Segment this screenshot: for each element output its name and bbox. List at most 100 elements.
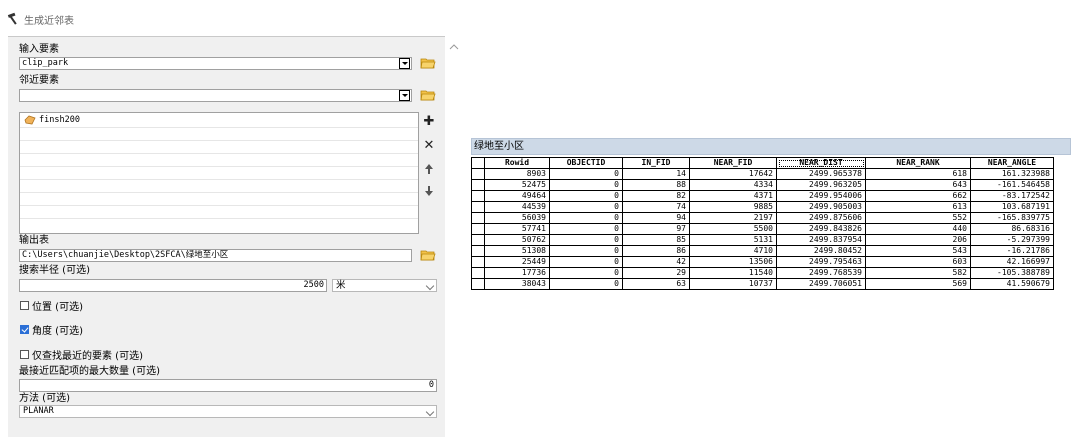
table-cell[interactable]: 0 — [549, 201, 623, 213]
table-cell[interactable]: 38043 — [484, 278, 550, 290]
table-cell[interactable]: 42 — [622, 256, 690, 268]
chevron-down-icon[interactable] — [399, 90, 410, 101]
table-cell[interactable]: 50762 — [484, 234, 550, 246]
folder-open-icon[interactable] — [420, 88, 436, 102]
table-cell[interactable]: 2499.954006 — [776, 190, 866, 202]
column-header[interactable]: Rowid — [484, 157, 550, 169]
table-row[interactable]: 44539 0 74 9885 2499.905003 613 103.687191 — [471, 201, 1054, 213]
table-cell[interactable]: 41.590679 — [970, 278, 1054, 290]
table-cell[interactable]: 49464 — [484, 190, 550, 202]
checkbox[interactable] — [20, 350, 29, 359]
table-cell[interactable]: 82 — [622, 190, 690, 202]
table-row[interactable]: 52475 0 88 4334 2499.963205 643 -161.546458 — [471, 179, 1054, 191]
table-row[interactable]: 56039 0 94 2197 2499.875606 552 -165.839775 — [471, 212, 1054, 224]
table-cell[interactable]: 11540 — [689, 267, 777, 279]
table-cell[interactable]: 17736 — [484, 267, 550, 279]
output-table-input[interactable]: C:\Users\chuanjie\Desktop\2SFCA\绿地至小区 — [19, 249, 412, 262]
column-header[interactable]: NEAR_RANK — [865, 157, 971, 169]
table-cell[interactable]: 0 — [549, 179, 623, 191]
table-cell[interactable]: 618 — [865, 168, 971, 180]
table-cell[interactable]: 29 — [622, 267, 690, 279]
form-scrollbar[interactable] — [447, 36, 461, 436]
attribute-table[interactable]: Rowid OBJECTID IN_FID NEAR_FID NEAR_DIST… — [471, 157, 1054, 290]
table-cell[interactable]: 0 — [549, 278, 623, 290]
table-cell[interactable]: 10737 — [689, 278, 777, 290]
table-cell[interactable]: 2499.795463 — [776, 256, 866, 268]
table-cell[interactable]: 161.323988 — [970, 168, 1054, 180]
table-cell[interactable]: -5.297399 — [970, 234, 1054, 246]
table-cell[interactable]: 569 — [865, 278, 971, 290]
table-cell[interactable]: 0 — [549, 223, 623, 235]
table-cell[interactable]: 2499.706051 — [776, 278, 866, 290]
table-cell[interactable]: -16.21786 — [970, 245, 1054, 257]
table-cell[interactable]: 2499.875606 — [776, 212, 866, 224]
chevron-up-icon[interactable] — [449, 42, 459, 52]
table-row[interactable]: 57741 0 97 5500 2499.843826 440 86.68316 — [471, 223, 1054, 235]
table-cell[interactable]: 2499.963205 — [776, 179, 866, 191]
table-cell[interactable]: 57741 — [484, 223, 550, 235]
row-selector[interactable] — [471, 278, 485, 290]
row-selector[interactable] — [471, 234, 485, 246]
closest-only-checkbox[interactable]: 仅查找最近的要素 (可选) — [20, 347, 143, 362]
folder-open-icon[interactable] — [420, 248, 436, 262]
table-cell[interactable]: 4710 — [689, 245, 777, 257]
remove-icon[interactable]: ✕ — [421, 137, 437, 153]
table-cell[interactable]: 0 — [549, 212, 623, 224]
row-selector[interactable] — [471, 190, 485, 202]
checkbox[interactable] — [20, 301, 29, 310]
table-cell[interactable]: 17642 — [689, 168, 777, 180]
table-cell[interactable]: 582 — [865, 267, 971, 279]
search-radius-unit-select[interactable]: 米 — [332, 279, 437, 292]
folder-open-icon[interactable] — [420, 56, 436, 70]
angle-checkbox[interactable]: 角度 (可选) — [20, 322, 83, 337]
table-cell[interactable]: 63 — [622, 278, 690, 290]
table-cell[interactable]: 13506 — [689, 256, 777, 268]
table-cell[interactable]: 88 — [622, 179, 690, 191]
table-cell[interactable]: 0 — [549, 245, 623, 257]
row-selector[interactable] — [471, 267, 485, 279]
near-features-dropdown[interactable] — [19, 89, 412, 102]
table-row[interactable]: 8903 0 14 17642 2499.965378 618 161.323988 — [471, 168, 1054, 180]
table-cell[interactable]: 4334 — [689, 179, 777, 191]
table-cell[interactable]: 2499.843826 — [776, 223, 866, 235]
chevron-down-icon[interactable] — [399, 58, 410, 69]
arrow-down-icon[interactable] — [421, 183, 437, 199]
search-radius-input[interactable]: 2500 — [19, 279, 327, 292]
table-row[interactable]: 49464 0 82 4371 2499.954006 662 -83.172542 — [471, 190, 1054, 202]
table-cell[interactable]: 552 — [865, 212, 971, 224]
max-matches-input[interactable]: 0 — [19, 379, 437, 392]
table-cell[interactable]: 25449 — [484, 256, 550, 268]
list-item[interactable]: finsh200 — [24, 115, 80, 125]
row-selector[interactable] — [471, 245, 485, 257]
table-row[interactable]: 17736 0 29 11540 2499.768539 582 -105.388789 — [471, 267, 1054, 279]
table-cell[interactable]: 8903 — [484, 168, 550, 180]
table-cell[interactable]: 44539 — [484, 201, 550, 213]
checkbox[interactable] — [20, 325, 29, 334]
table-cell[interactable]: -105.388789 — [970, 267, 1054, 279]
table-cell[interactable]: 4371 — [689, 190, 777, 202]
near-features-list[interactable]: finsh200 — [19, 112, 419, 234]
table-cell[interactable]: 0 — [549, 267, 623, 279]
table-cell[interactable]: 85 — [622, 234, 690, 246]
column-header[interactable]: OBJECTID — [549, 157, 623, 169]
table-cell[interactable]: 56039 — [484, 212, 550, 224]
location-checkbox[interactable]: 位置 (可选) — [20, 298, 83, 313]
table-row[interactable]: 38043 0 63 10737 2499.706051 569 41.590679 — [471, 278, 1054, 290]
row-selector[interactable] — [471, 256, 485, 268]
table-cell[interactable]: -165.839775 — [970, 212, 1054, 224]
table-cell[interactable]: 2499.965378 — [776, 168, 866, 180]
table-cell[interactable]: -161.546458 — [970, 179, 1054, 191]
table-cell[interactable]: 5131 — [689, 234, 777, 246]
row-selector[interactable] — [471, 201, 485, 213]
arrow-up-icon[interactable] — [421, 161, 437, 177]
table-cell[interactable]: 440 — [865, 223, 971, 235]
table-cell[interactable]: -83.172542 — [970, 190, 1054, 202]
column-header[interactable]: NEAR_ANGLE — [970, 157, 1054, 169]
table-cell[interactable]: 603 — [865, 256, 971, 268]
table-cell[interactable]: 662 — [865, 190, 971, 202]
table-cell[interactable]: 643 — [865, 179, 971, 191]
column-header[interactable]: NEAR_DIST — [776, 157, 866, 169]
add-icon[interactable]: ✚ — [421, 113, 437, 129]
table-cell[interactable]: 42.166997 — [970, 256, 1054, 268]
table-cell[interactable]: 2499.837954 — [776, 234, 866, 246]
